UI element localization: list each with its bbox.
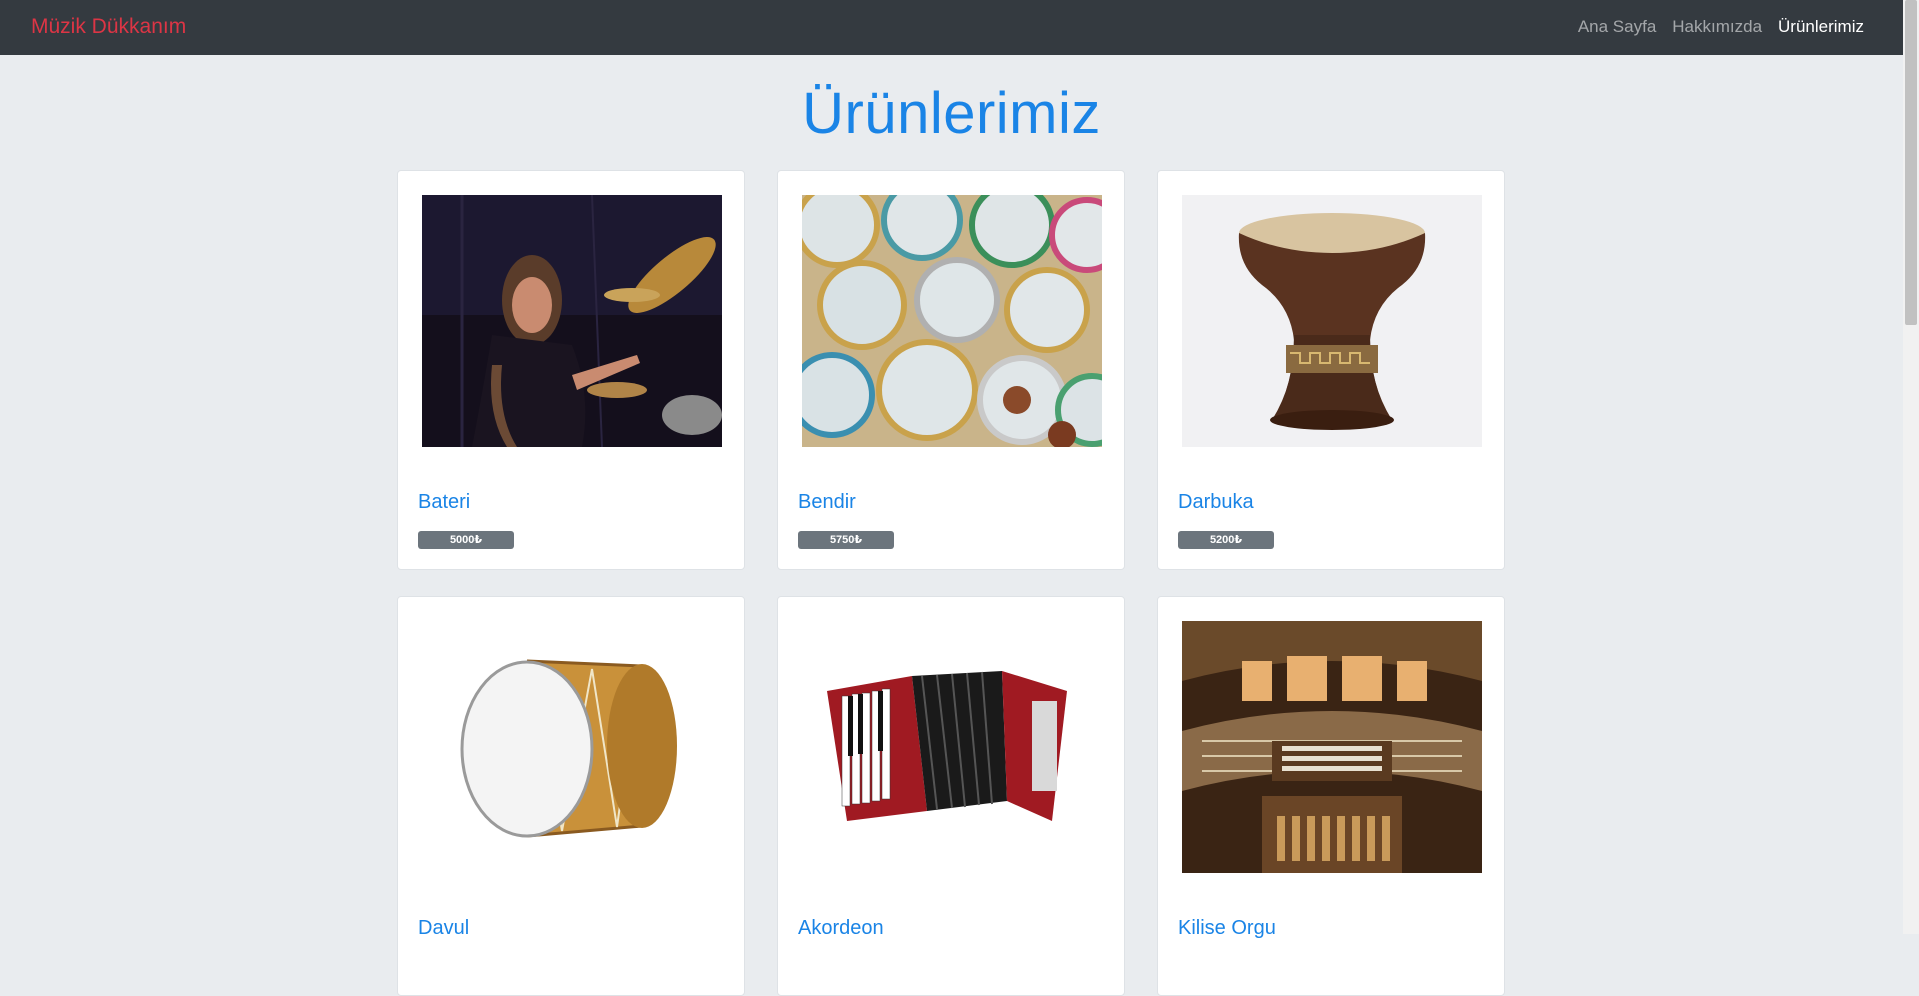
- nav-links: Ana Sayfa Hakkımızda Ürünlerimiz: [1578, 17, 1864, 37]
- nav-link-products[interactable]: Ürünlerimiz: [1778, 17, 1864, 37]
- davul-bass-drum-photo: [422, 621, 722, 873]
- darbuka-photo: [1182, 195, 1482, 447]
- product-title-kilise-orgu[interactable]: Kilise Orgu: [1178, 917, 1276, 940]
- product-card-kilise-orgu[interactable]: Kilise Orgu: [1157, 596, 1505, 996]
- accordion-photo: [802, 621, 1102, 873]
- product-title-davul[interactable]: Davul: [418, 917, 469, 940]
- brand-link[interactable]: Müzik Dükkanım: [31, 15, 186, 39]
- nav-link-home[interactable]: Ana Sayfa: [1578, 17, 1656, 37]
- top-navbar: Müzik Dükkanım Ana Sayfa Hakkımızda Ürün…: [0, 0, 1903, 55]
- drummer-photo: [422, 195, 722, 447]
- product-title-bateri[interactable]: Bateri: [418, 491, 470, 514]
- product-title-darbuka[interactable]: Darbuka: [1178, 491, 1254, 514]
- product-card-davul[interactable]: Davul: [397, 596, 745, 996]
- price-badge-bendir: 5750₺: [798, 531, 894, 549]
- product-card-darbuka[interactable]: Darbuka 5200₺: [1157, 170, 1505, 570]
- product-card-akordeon[interactable]: Akordeon: [777, 596, 1125, 996]
- product-card-bendir[interactable]: Bendir 5750₺: [777, 170, 1125, 570]
- bendir-frame-drums-photo: [802, 195, 1102, 447]
- product-title-bendir[interactable]: Bendir: [798, 491, 856, 514]
- product-title-akordeon[interactable]: Akordeon: [798, 917, 884, 940]
- page-scrollbar[interactable]: [1903, 0, 1919, 934]
- price-badge-darbuka: 5200₺: [1178, 531, 1274, 549]
- church-organ-photo: [1182, 621, 1482, 873]
- page-title: Ürünlerimiz: [802, 81, 1101, 146]
- price-badge-bateri: 5000₺: [418, 531, 514, 549]
- nav-link-about[interactable]: Hakkımızda: [1672, 17, 1762, 37]
- product-card-bateri[interactable]: Bateri 5000₺: [397, 170, 745, 570]
- scrollbar-thumb[interactable]: [1905, 0, 1917, 325]
